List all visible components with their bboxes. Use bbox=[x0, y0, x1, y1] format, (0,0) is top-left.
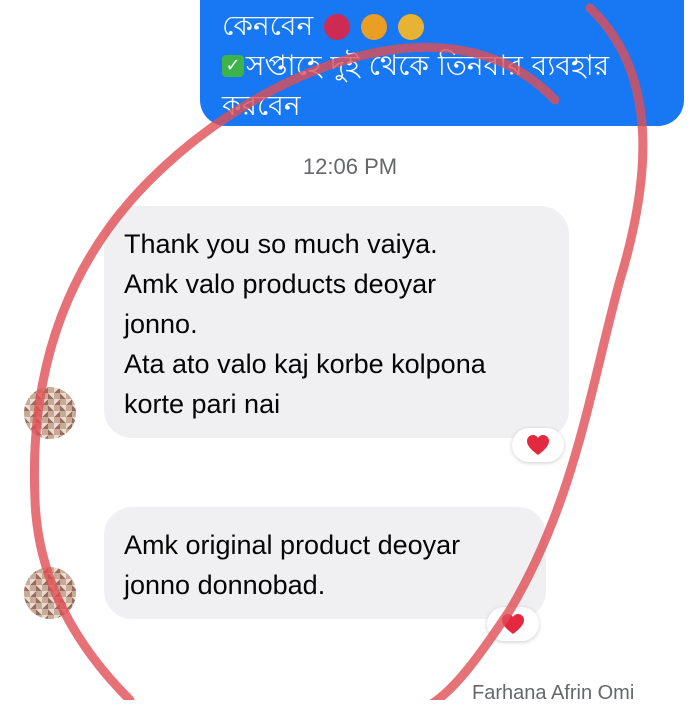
outgoing-message-bubble[interactable]: কেনবেন ✓ সপ্তাহে দুই থেকে তিনবার ব্যবহার … bbox=[200, 0, 684, 126]
reaction-badge[interactable] bbox=[487, 607, 539, 641]
reaction-badge[interactable] bbox=[512, 428, 564, 462]
emoji-icon bbox=[324, 14, 351, 40]
outgoing-message-line-1: সপ্তাহে দুই থেকে তিনবার ব্যবহার bbox=[246, 49, 610, 82]
message-text-line: korte pari nai bbox=[124, 389, 281, 419]
message-timestamp: 12:06 PM bbox=[302, 154, 398, 179]
heart-icon bbox=[527, 435, 549, 455]
emoji-icon bbox=[361, 14, 388, 40]
message-text-line: jonno. bbox=[124, 309, 198, 339]
incoming-message-bubble[interactable]: Amk original product deoyar jonno donnob… bbox=[104, 507, 546, 619]
outgoing-message-line: ✓ সপ্তাহে দুই থেকে তিনবার ব্যবহার bbox=[222, 46, 664, 86]
message-text-line: Amk valo products deoyar bbox=[124, 269, 437, 299]
avatar[interactable] bbox=[24, 567, 76, 619]
check-mark-icon: ✓ bbox=[222, 55, 244, 77]
message-text-line: Ata ato valo kaj korbe kolpona bbox=[124, 349, 486, 379]
message-text-line: Amk original product deoyar bbox=[124, 530, 461, 560]
heart-icon bbox=[502, 614, 524, 634]
outgoing-message-partial-line: কেনবেন bbox=[222, 6, 664, 46]
incoming-message-bubble[interactable]: Thank you so much vaiya. Amk valo produc… bbox=[104, 206, 569, 438]
outgoing-message-partial-text: কেনবেন bbox=[222, 9, 314, 42]
message-text-line: jonno donnobad. bbox=[124, 570, 326, 600]
sender-name: Farhana Afrin Omi bbox=[472, 682, 635, 704]
avatar[interactable] bbox=[24, 387, 76, 439]
outgoing-message-line-2: করবেন bbox=[222, 89, 301, 122]
emoji-icon bbox=[397, 14, 424, 40]
message-text-line: Thank you so much vaiya. bbox=[124, 229, 438, 259]
